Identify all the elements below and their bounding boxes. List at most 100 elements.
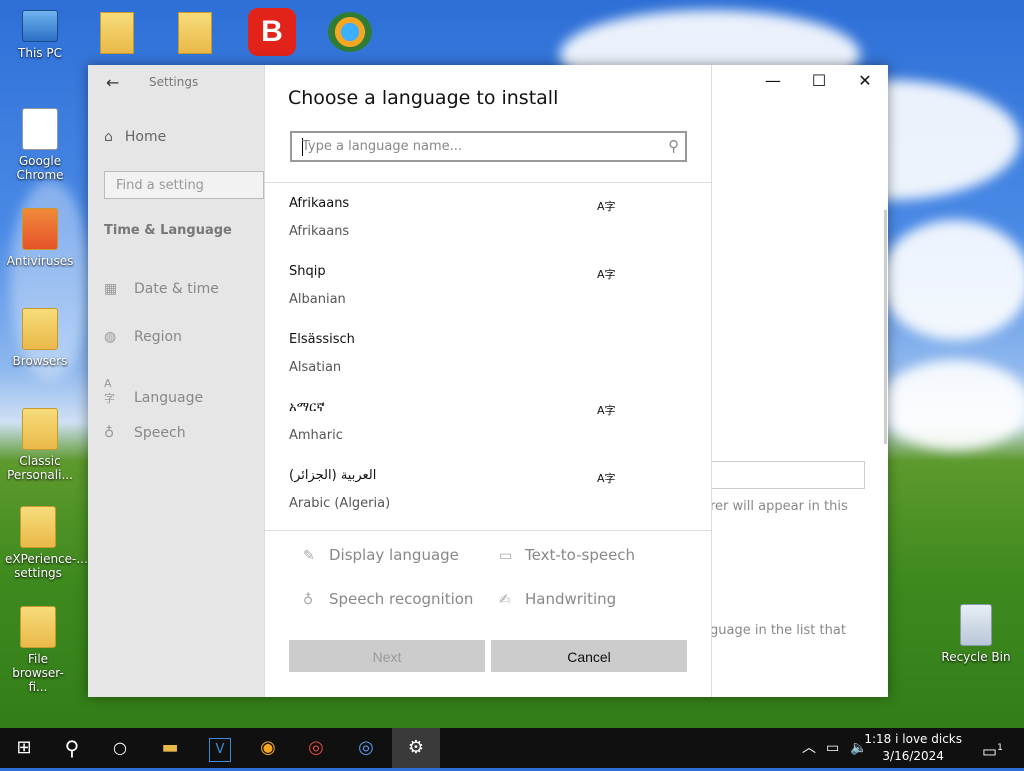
choose-language-dialog: Choose a language to install Type a lang… [264,65,712,697]
language-native-name: Shqip [289,264,326,279]
search-icon[interactable]: ⚲ [48,728,96,768]
handwriting-icon: ✍ [499,592,511,608]
language-english-name: Afrikaans [289,224,350,239]
desktop-icon-classic-personalization[interactable]: Classic Personali... [4,408,76,482]
desktop-icon-file-browser[interactable]: File browser-fi... [2,606,74,694]
language-native-name: العربية (الجزائر) [289,468,377,483]
feature-display-language: ✎ Display language [303,546,459,564]
language-item-amharic[interactable]: አማርኛ Amharic A字 [289,400,689,468]
sidebar-item-language[interactable]: A字 Language [104,377,203,406]
file-explorer-icon[interactable]: ▬ [146,728,194,768]
sidebar-item-region[interactable]: ◍ Region [104,329,182,345]
computer-icon [22,10,58,42]
browser-icon[interactable]: ◉ [244,728,292,768]
calendar-icon: ▦ [104,281,118,297]
desktop-icon-label: Recycle Bin [941,650,1011,664]
desktop-icon-label: Antiviruses [6,254,74,268]
desktop-icon-recycle-bin[interactable]: Recycle Bin [938,604,1014,664]
desktop-icon-this-pc[interactable]: This PC [4,10,76,60]
sidebar-item-label: Region [134,329,182,345]
app-v-icon[interactable]: V [196,728,244,768]
taskbar: ⊞ ⚲ ○ ▬ V ◉ ◎ ◎ ⚙ ︿ ▭ 🔈 1:18 i love dick… [0,728,1024,768]
language-native-name: Afrikaans [289,196,350,211]
home-icon: ⌂ [104,129,113,145]
cortana-icon[interactable]: ○ [96,728,144,768]
sidebar-item-date-time[interactable]: ▦ Date & time [104,281,219,297]
search-icon[interactable]: ⚲ [668,137,679,155]
find-setting-input[interactable]: Find a setting [104,171,264,199]
desktop-icon-label: Browsers [12,354,68,368]
desktop-icon-label: File browser-fi... [12,652,64,694]
chevron-up-icon[interactable]: ︿ [802,728,816,768]
language-icon: A字 [104,377,115,405]
bitdefender-icon[interactable]: B [248,8,296,56]
language-item-afrikaans[interactable]: Afrikaans Afrikaans A字 [289,196,689,264]
folder-icon [20,506,56,548]
sidebar-item-home[interactable]: ⌂ Home [104,129,166,145]
settings-taskbar-icon[interactable]: ⚙ [392,728,440,768]
wallpaper-cloud [880,220,1024,340]
folder-icon [22,408,58,450]
microphone-icon: ♁ [303,592,314,608]
wallpaper-cloud [880,360,1024,450]
folder-icon [22,308,58,350]
sidebar-item-label: Date & time [134,281,219,297]
feature-label: Handwriting [525,590,617,608]
notification-icon[interactable]: ▭1 [982,728,1003,771]
back-arrow-icon[interactable]: ← [106,73,119,92]
minimize-button[interactable]: — [750,65,796,97]
display-language-feature-icon: A字 [597,268,616,281]
desktop-icon-google-chrome[interactable]: Google Chrome [4,108,76,182]
language-item-alsatian[interactable]: Elsässisch Alsatian [289,332,689,400]
desktop-icon-label: Classic Personali... [7,454,73,482]
clock-date: 3/16/2024 [882,749,944,763]
folder-icon [22,208,58,250]
search-placeholder: Type a language name... [302,139,463,154]
language-native-name: አማርኛ [289,400,325,415]
globe-icon: ◍ [104,329,117,345]
chrome-icon[interactable]: ◎ [292,728,340,768]
folder-icon[interactable] [100,12,134,54]
feature-label: Text-to-speech [525,546,636,564]
desktop-icon-label: eXPerience-... settings [5,552,88,580]
chromium-icon[interactable]: ◎ [342,728,390,768]
cancel-button[interactable]: Cancel [491,640,687,672]
language-search-input[interactable]: Type a language name... ⚲ [290,131,687,162]
browser-icon[interactable] [328,12,372,52]
language-english-name: Amharic [289,428,343,443]
language-select[interactable] [712,461,865,489]
document-icon [22,108,58,150]
display-language-feature-icon: A字 [597,472,616,485]
desktop-icon-antiviruses[interactable]: Antiviruses [4,208,76,268]
desktop-icon-label: Google Chrome [16,154,64,182]
desktop-icon-label: This PC [18,46,62,60]
display-language-feature-icon: A字 [597,200,616,213]
divider [265,182,711,183]
microphone-icon: ♁ [104,425,115,441]
taskbar-clock[interactable]: 1:18 i love dicks 3/16/2024 [864,731,962,765]
sidebar-item-label: Language [134,390,204,406]
desktop-icon-experience-settings[interactable]: eXPerience-... settings [2,506,88,580]
network-icon[interactable]: ▭ [826,728,839,768]
sidebar-item-label: Home [124,129,167,145]
language-item-albanian[interactable]: Shqip Albanian A字 [289,264,689,332]
clock-time: 1:18 i love dicks [864,732,962,746]
dialog-title: Choose a language to install [288,87,559,109]
next-button[interactable]: Next [289,640,485,672]
maximize-button[interactable]: ☐ [796,65,842,97]
close-button[interactable]: ✕ [842,65,888,97]
start-button[interactable]: ⊞ [0,728,48,768]
feature-text-to-speech: ▭ Text-to-speech [499,546,635,564]
language-english-name: Alsatian [289,360,342,375]
folder-icon[interactable] [178,12,212,54]
notification-count: 1 [997,743,1003,753]
sidebar-item-speech[interactable]: ♁ Speech [104,425,186,441]
display-language-feature-icon: A字 [597,404,616,417]
recycle-bin-icon [960,604,992,646]
settings-app-title: Settings [149,75,199,89]
display-language-icon: ✎ [303,548,315,564]
app-v-glyph: V [209,738,231,762]
scrollbar[interactable] [884,210,887,444]
desktop-icon-browsers[interactable]: Browsers [4,308,76,368]
language-item-arabic-algeria[interactable]: العربية (الجزائر) Arabic (Algeria) A字 [289,468,689,536]
